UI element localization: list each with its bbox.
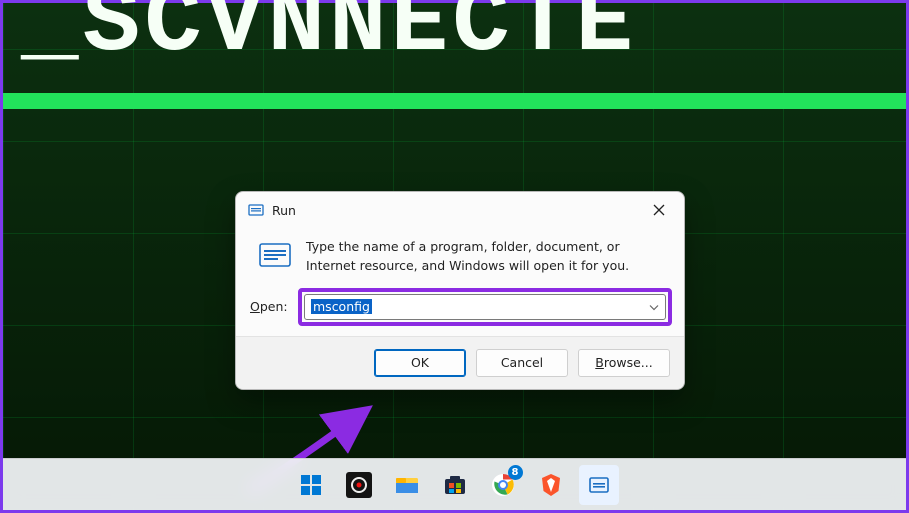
cancel-button[interactable]: Cancel [476,349,568,377]
open-combobox[interactable]: msconfig [304,294,666,320]
wallpaper-green-stripe [3,93,906,109]
obs-icon [346,472,372,498]
close-button[interactable] [644,195,674,225]
wallpaper-big-text: _SCVNNECTE [21,0,637,78]
taskbar-run[interactable] [579,465,619,505]
store-icon [442,472,468,498]
open-combo-highlight: msconfig [298,288,672,326]
run-title-icon [248,202,264,218]
chrome-badge: 8 [508,465,523,480]
ok-button[interactable]: OK [374,349,466,377]
start-button[interactable] [291,465,331,505]
open-label: Open: [250,299,288,314]
open-input-value: msconfig [311,299,372,314]
taskbar-brave[interactable] [531,465,571,505]
taskbar-ms-store[interactable] [435,465,475,505]
windows-icon [299,473,323,497]
folder-icon [394,472,420,498]
run-description: Type the name of a program, folder, docu… [306,238,662,276]
run-body-icon [258,238,292,276]
browse-button[interactable]: Browse... [578,349,670,377]
taskbar-chrome[interactable]: 8 [483,465,523,505]
taskbar: 8 [3,458,906,510]
run-dialog: Run Type the name of a program, folder, … [235,191,685,390]
chevron-down-icon[interactable] [649,297,659,316]
brave-icon [538,472,564,498]
run-title-text: Run [272,203,296,218]
run-taskbar-icon [588,474,610,496]
run-footer: OK Cancel Browse... [236,336,684,389]
run-titlebar: Run [236,192,684,228]
close-icon [653,204,665,216]
taskbar-file-explorer[interactable] [387,465,427,505]
taskbar-app-obs[interactable] [339,465,379,505]
